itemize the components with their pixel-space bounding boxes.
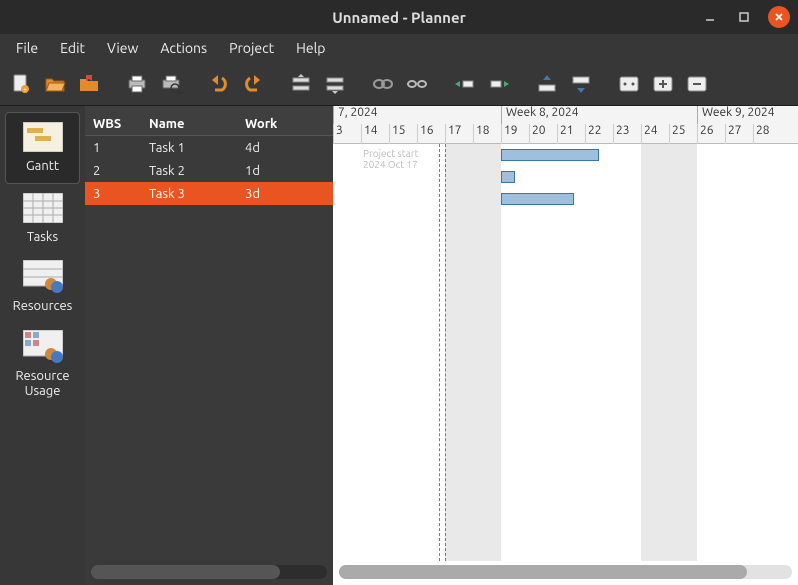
outdent-button[interactable] [484,69,514,99]
gantt-bar[interactable] [501,193,574,205]
col-header-work[interactable]: Work [237,117,317,131]
day-label: 25 [669,124,697,144]
menu-file[interactable]: File [6,36,48,60]
undo-button[interactable] [204,69,234,99]
zoom-in-button[interactable] [648,69,678,99]
col-header-name[interactable]: Name [141,117,237,131]
move-up-button[interactable] [532,69,562,99]
title-bar: Unnamed - Planner [0,0,798,34]
weekend-shade [445,144,473,561]
tasks-icon [21,190,65,226]
gantt-h-scrollbar[interactable] [339,565,792,579]
zoom-out-button[interactable] [682,69,712,99]
cell-name: Task 1 [141,141,237,155]
view-sidebar: Gantt Tasks Resources Resource Usage [0,106,85,585]
table-header: WBS Name Work [85,106,333,136]
day-label: 21 [557,124,585,144]
table-row[interactable]: 3Task 33d [85,182,333,205]
nav-label: Tasks [27,230,58,246]
nav-label: Gantt [26,159,59,175]
weekend-shade [473,144,501,561]
gantt-timeline-header: 3141516171819202122232425262728 7, 2024 W… [333,106,798,144]
cell-name: Task 2 [141,164,237,178]
cell-wbs: 2 [85,164,141,178]
save-button[interactable] [74,69,104,99]
print-preview-button[interactable] [156,69,186,99]
gantt-icon [21,119,65,155]
gantt-bar[interactable] [501,171,515,183]
insert-task-button[interactable] [286,69,316,99]
gantt-bar[interactable] [501,149,599,161]
day-label: 23 [613,124,641,144]
close-button[interactable] [768,6,790,28]
cell-work: 1d [237,164,317,178]
table-row[interactable]: 1Task 14d [85,136,333,159]
menu-help[interactable]: Help [286,36,335,60]
menu-actions[interactable]: Actions [150,36,217,60]
cell-work: 3d [237,187,317,201]
col-header-wbs[interactable]: WBS [85,117,141,131]
redo-button[interactable] [238,69,268,99]
remove-task-button[interactable] [320,69,350,99]
resource-usage-icon [21,329,65,365]
nav-resources[interactable]: Resources [5,253,80,323]
week-label: Week 8, 2024 [501,106,579,124]
day-label: 14 [361,124,389,144]
maximize-button[interactable] [734,7,754,27]
day-label: 24 [641,124,669,144]
project-start-label: Project start2024 Oct 17 [363,148,419,170]
move-down-button[interactable] [566,69,596,99]
day-label: 15 [389,124,417,144]
day-label: 22 [585,124,613,144]
menu-bar: File Edit View Actions Project Help [0,34,798,62]
weekend-shade [669,144,697,561]
minimize-button[interactable] [700,7,720,27]
weekend-shade [641,144,669,561]
open-file-button[interactable] [40,69,70,99]
nav-gantt[interactable]: Gantt [5,112,80,184]
nav-resource-usage[interactable]: Resource Usage [5,323,80,408]
week-label: Week 9, 2024 [697,106,775,124]
week-label: 7, 2024 [333,106,378,124]
nav-label: Resource Usage [5,369,80,400]
gantt-body[interactable]: Project start2024 Oct 17 [333,144,798,561]
day-label: 27 [725,124,753,144]
new-file-button[interactable]: + [6,69,36,99]
link-tasks-button[interactable] [368,69,398,99]
cell-wbs: 3 [85,187,141,201]
menu-edit[interactable]: Edit [50,36,95,60]
menu-project[interactable]: Project [219,36,284,60]
resources-icon [21,259,65,295]
zoom-fit-button[interactable] [614,69,644,99]
day-label: 20 [529,124,557,144]
table-h-scrollbar[interactable] [91,565,327,579]
table-row[interactable]: 2Task 21d [85,159,333,182]
day-label: 17 [445,124,473,144]
today-line [445,144,446,561]
svg-text:+: + [23,86,27,94]
menu-view[interactable]: View [97,36,148,60]
cell-wbs: 1 [85,141,141,155]
day-label: 18 [473,124,501,144]
nav-label: Resources [13,299,73,315]
nav-tasks[interactable]: Tasks [5,184,80,254]
cell-name: Task 3 [141,187,237,201]
day-label: 16 [417,124,445,144]
task-table: WBS Name Work 1Task 14d2Task 21d3Task 33… [85,106,333,585]
day-label: 26 [697,124,725,144]
gantt-chart[interactable]: 3141516171819202122232425262728 7, 2024 W… [333,106,798,585]
day-label: 3 [333,124,361,144]
project-start-line [439,144,440,561]
day-label: 28 [753,124,781,144]
unlink-tasks-button[interactable] [402,69,432,99]
window-title: Unnamed - Planner [332,9,466,26]
day-label: 19 [501,124,529,144]
window-controls [700,6,790,28]
cell-work: 4d [237,141,317,155]
toolbar: + [0,62,798,106]
indent-button[interactable] [450,69,480,99]
print-button[interactable] [122,69,152,99]
